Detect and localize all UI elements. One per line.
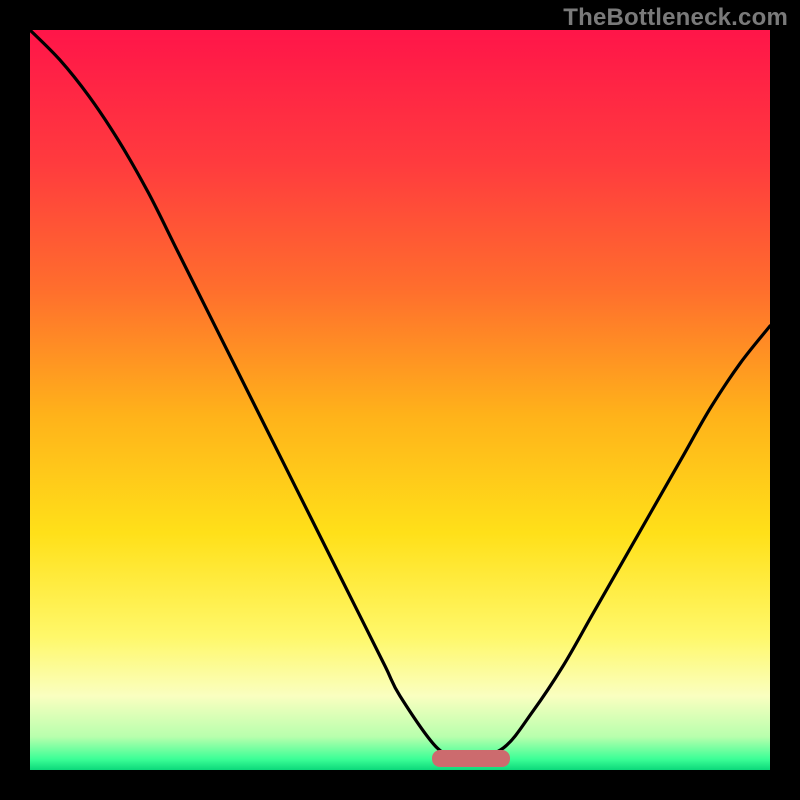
chart-frame: TheBottleneck.com <box>0 0 800 800</box>
watermark-text: TheBottleneck.com <box>563 4 788 32</box>
bottleneck-curve <box>30 30 770 770</box>
curve-path <box>30 30 770 764</box>
plot-area <box>30 30 770 770</box>
optimum-marker <box>432 750 510 767</box>
